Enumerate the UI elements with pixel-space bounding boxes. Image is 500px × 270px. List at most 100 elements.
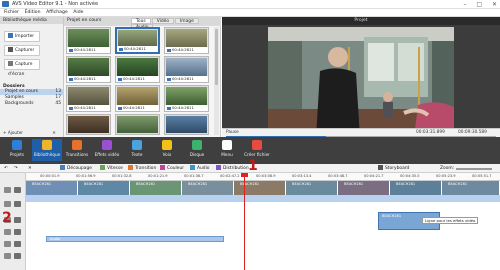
- preview-title: Projet: [222, 17, 500, 25]
- video-clip[interactable]: BEACH281: [338, 181, 390, 195]
- media-thumbnail[interactable]: 00:44:2811: [66, 27, 111, 54]
- media-thumbnail[interactable]: [164, 114, 209, 135]
- thumbnail-image: [68, 87, 109, 105]
- video-clip[interactable]: BEACH281: [390, 181, 442, 195]
- playhead-line[interactable]: [244, 173, 245, 270]
- add-folder-button[interactable]: + Ajouter: [3, 130, 37, 135]
- scrollbar-thumb[interactable]: [215, 29, 218, 85]
- ruler-tick: 00:03:48.7: [328, 174, 348, 178]
- menu-item-edit[interactable]: Édition: [25, 9, 41, 17]
- thumbnail-label: 00:44:2811: [123, 105, 145, 110]
- screen-capture-button[interactable]: Capture d'écran: [4, 59, 40, 77]
- media-thumbnail[interactable]: 00:44:2811: [164, 56, 209, 83]
- thumbnail-label: 00:44:2811: [74, 105, 96, 110]
- audio-clip[interactable]: Audio: [46, 236, 224, 242]
- mute-icon[interactable]: [14, 241, 21, 247]
- thumbnail-caption: 00:44:2811: [117, 46, 158, 52]
- lock-icon[interactable]: [14, 187, 21, 193]
- capture-button[interactable]: Capturer: [4, 45, 40, 56]
- media-thumbnail[interactable]: 00:44:2811: [66, 56, 111, 83]
- video-preview[interactable]: [268, 27, 454, 138]
- voice-track-icon[interactable]: [4, 253, 11, 259]
- trim-icon: [60, 165, 65, 170]
- media-thumbnail[interactable]: 00:44:2811: [115, 27, 160, 54]
- media-thumbnail[interactable]: 00:44:2811: [66, 85, 111, 112]
- video-track-icon[interactable]: [4, 187, 11, 193]
- tab-image[interactable]: Image: [175, 18, 199, 24]
- lock-icon[interactable]: [14, 229, 21, 235]
- minimize-button[interactable]: –: [463, 1, 466, 8]
- storyboard-button[interactable]: Storyboard: [378, 165, 409, 172]
- mute-icon[interactable]: [14, 201, 21, 207]
- clip-label: BEACH281: [188, 182, 208, 186]
- toolbar-projects[interactable]: Projets: [2, 140, 32, 157]
- video-clip[interactable]: BEACH281: [234, 181, 286, 195]
- thumbnail-caption: 00:44:2811: [67, 105, 110, 111]
- video-clip[interactable]: BEACH281: [442, 181, 500, 195]
- toolbar-disc[interactable]: Disque: [182, 140, 212, 157]
- toolbar-video-effects[interactable]: Effets vidéo: [92, 140, 122, 157]
- tab-video[interactable]: Vidéo: [151, 18, 175, 24]
- playback-status: Pause: [226, 130, 239, 135]
- ruler-tick: 00:01:32.8: [112, 174, 132, 178]
- trim-button[interactable]: Découpage: [60, 165, 92, 172]
- toolbar-menu[interactable]: Menu: [212, 140, 242, 157]
- media-thumbnail[interactable]: 00:44:2811: [164, 27, 209, 54]
- thumbnail-image: [166, 87, 207, 105]
- media-library-panel: Bibliothèque média Importer Capturer Cap…: [0, 17, 64, 144]
- menu-item-file[interactable]: Fichier: [4, 9, 19, 17]
- audio-track-icon[interactable]: [4, 201, 11, 207]
- video-clip[interactable]: BEACH281: [78, 181, 130, 195]
- text-track-icon[interactable]: [4, 229, 11, 235]
- music-track-icon[interactable]: [4, 241, 11, 247]
- delete-icon[interactable]: ✕: [28, 165, 32, 172]
- distribution-button[interactable]: Distribution: [216, 165, 249, 172]
- zoom-slider[interactable]: [456, 168, 492, 170]
- toolbar-voice[interactable]: Voix: [152, 140, 182, 157]
- undo-icon[interactable]: ↶: [4, 165, 8, 172]
- redo-icon[interactable]: ↷: [14, 165, 18, 172]
- total-time: 00:09:30.589: [458, 130, 487, 135]
- media-thumbnail[interactable]: [115, 114, 160, 135]
- audio-button[interactable]: Audio: [190, 165, 209, 172]
- trim-label: Découpage: [67, 166, 92, 171]
- ruler-tick: 00:04:21.7: [364, 174, 384, 178]
- video-clip[interactable]: BEACH281: [286, 181, 338, 195]
- video-audio-waveform: [26, 195, 500, 202]
- import-button[interactable]: Importer: [4, 31, 40, 42]
- timeline-ruler[interactable]: 00:00:01.9 00:01:56.9 00:01:32.8 00:01:2…: [26, 173, 500, 181]
- speed-button[interactable]: Vitesse: [100, 165, 123, 172]
- audio-label: Audio: [197, 166, 210, 171]
- menu-item-help[interactable]: Aide: [73, 9, 83, 17]
- video-clip[interactable]: BEACH281: [130, 181, 182, 195]
- toolbar-create-file[interactable]: Créer fichier: [242, 140, 272, 157]
- media-thumbnail[interactable]: 00:44:2811: [115, 56, 160, 83]
- transition-icon: [128, 165, 133, 170]
- transition-button[interactable]: Transition: [128, 165, 156, 172]
- media-thumbnail[interactable]: 00:44:2811: [115, 85, 160, 112]
- color-label: Couleur: [167, 166, 185, 171]
- media-thumbnail[interactable]: 00:44:2811: [164, 85, 209, 112]
- timeline-tracks: BEACH281 BEACH281 BEACH281 BEACH281 BEAC…: [26, 181, 500, 270]
- video-clip[interactable]: BEACH281: [26, 181, 78, 195]
- toolbar-transitions[interactable]: Transitions: [62, 140, 92, 157]
- folder-label: Backgrounds: [5, 101, 34, 106]
- toolbar-library[interactable]: Bibliothèque: [32, 139, 62, 161]
- close-button[interactable]: ✕: [492, 1, 497, 8]
- thumbnail-caption: 00:44:2811: [165, 76, 208, 82]
- media-thumbnail[interactable]: [66, 114, 111, 135]
- maximize-button[interactable]: □: [476, 1, 482, 8]
- lock-icon[interactable]: [14, 217, 21, 223]
- thumbnail-image: [68, 29, 109, 47]
- media-scrollbar[interactable]: [214, 27, 219, 135]
- video-icon: [118, 106, 122, 110]
- folder-backgrounds[interactable]: Backgrounds 45: [0, 101, 64, 107]
- mute-icon[interactable]: [14, 253, 21, 259]
- color-button[interactable]: Couleur: [160, 165, 184, 172]
- menu-item-view[interactable]: Affichage: [46, 9, 68, 17]
- overlay-clip-label: BEACH281: [382, 214, 402, 218]
- video-frame: [268, 27, 454, 138]
- toolbar-text[interactable]: Texte: [122, 140, 152, 157]
- video-clip[interactable]: BEACH281: [182, 181, 234, 195]
- library-icon: [42, 140, 52, 150]
